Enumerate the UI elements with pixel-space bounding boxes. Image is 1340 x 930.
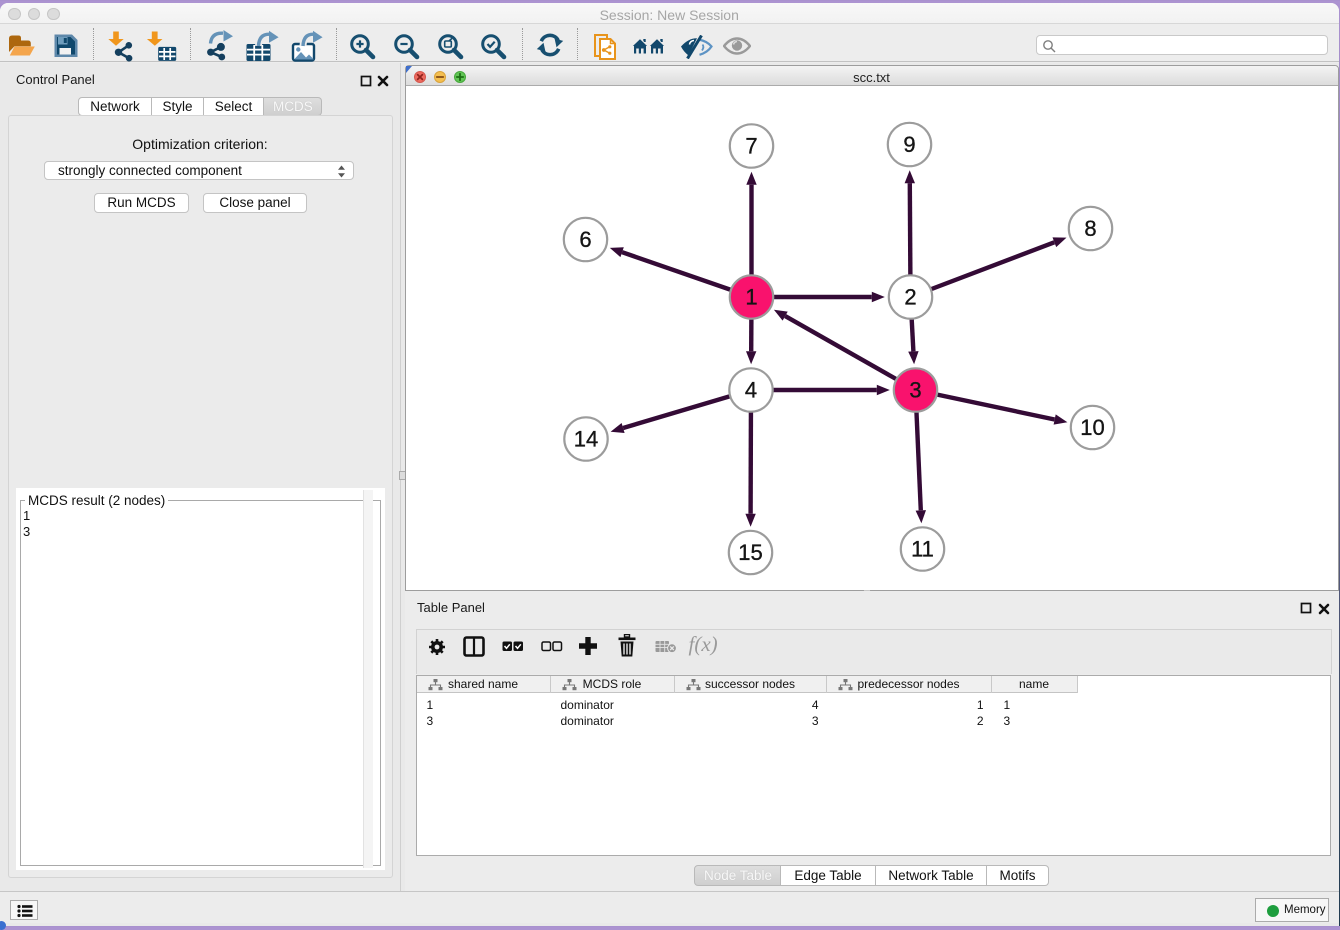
svg-text:10: 10 (1080, 415, 1104, 440)
svg-text:15: 15 (738, 540, 762, 565)
svg-text:4: 4 (744, 378, 756, 403)
svg-text:1: 1 (745, 285, 757, 310)
svg-text:11: 11 (911, 537, 934, 562)
svg-text:2: 2 (904, 285, 916, 310)
svg-text:14: 14 (573, 427, 597, 452)
svg-text:9: 9 (903, 132, 915, 157)
svg-text:8: 8 (1084, 216, 1096, 241)
svg-text:7: 7 (745, 134, 757, 159)
svg-text:6: 6 (579, 227, 591, 252)
svg-text:3: 3 (909, 378, 921, 403)
